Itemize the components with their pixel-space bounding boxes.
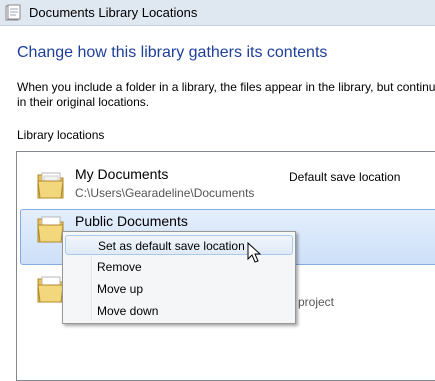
description-line-2: in their original locations. [17,95,150,109]
library-locations-label: Library locations [17,128,105,142]
location-name: Public Documents [75,213,188,229]
folder-icon [37,172,64,199]
menu-item-move-down[interactable]: Move down [65,301,293,321]
menu-item-label: Move up [97,282,144,296]
location-name: My Documents [75,166,169,182]
title-bar: Documents Library Locations [0,0,435,26]
location-path-partial: project [298,295,335,309]
dialog-heading: Change how this library gathers its cont… [17,44,328,61]
library-icon [5,4,21,21]
dialog-description: When you include a folder in a library, … [17,80,435,110]
mouse-pointer-icon [247,242,262,263]
default-save-location-label: Default save location [289,170,401,184]
description-line-1: When you include a folder in a library, … [17,80,435,94]
menu-item-label: Move down [97,304,159,318]
menu-item-label: Set as default save location [98,239,245,253]
menu-item-label: Remove [97,260,142,274]
location-item-my-documents[interactable]: My Documents C:\Users\Gearadeline\Docume… [18,162,435,216]
location-path: C:\Users\Gearadeline\Documents [75,186,255,200]
window-title: Documents Library Locations [29,5,198,20]
menu-item-move-up[interactable]: Move up [65,279,293,299]
